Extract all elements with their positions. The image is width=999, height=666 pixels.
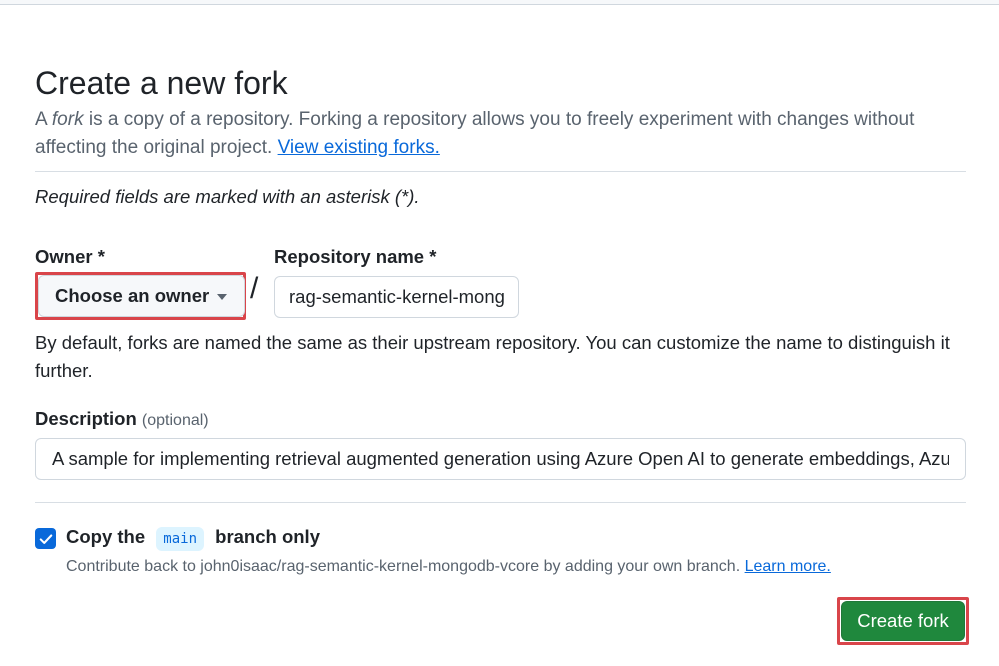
copy-branch-note: Contribute back to john0isaac/rag-semant… xyxy=(66,558,831,576)
divider-bottom xyxy=(35,502,966,503)
description-label-row: Description (optional) xyxy=(35,408,209,430)
learn-more-link[interactable]: Learn more. xyxy=(745,558,831,575)
copy-label-after: branch only xyxy=(215,526,320,547)
caret-down-icon xyxy=(217,294,227,300)
copy-label-before: Copy the xyxy=(66,526,146,547)
choose-owner-dropdown[interactable]: Choose an owner xyxy=(38,275,245,317)
copy-branch-label: Copy the main branch only xyxy=(66,526,320,551)
copy-main-branch-checkbox[interactable] xyxy=(35,528,56,549)
repo-name-help: By default, forks are named the same as … xyxy=(35,332,950,381)
branch-chip-main: main xyxy=(156,527,204,551)
owner-repo-separator: / xyxy=(250,272,259,305)
description-input[interactable] xyxy=(35,438,966,480)
description-optional-label: (optional) xyxy=(141,412,209,429)
create-fork-button[interactable]: Create fork xyxy=(841,601,965,641)
choose-owner-label: Choose an owner xyxy=(55,285,210,306)
repository-name-input[interactable] xyxy=(274,276,519,318)
description-label: Description xyxy=(35,408,137,429)
copy-branch-note-text: Contribute back to john0isaac/rag-semant… xyxy=(66,558,741,575)
checkmark-icon xyxy=(39,533,52,544)
